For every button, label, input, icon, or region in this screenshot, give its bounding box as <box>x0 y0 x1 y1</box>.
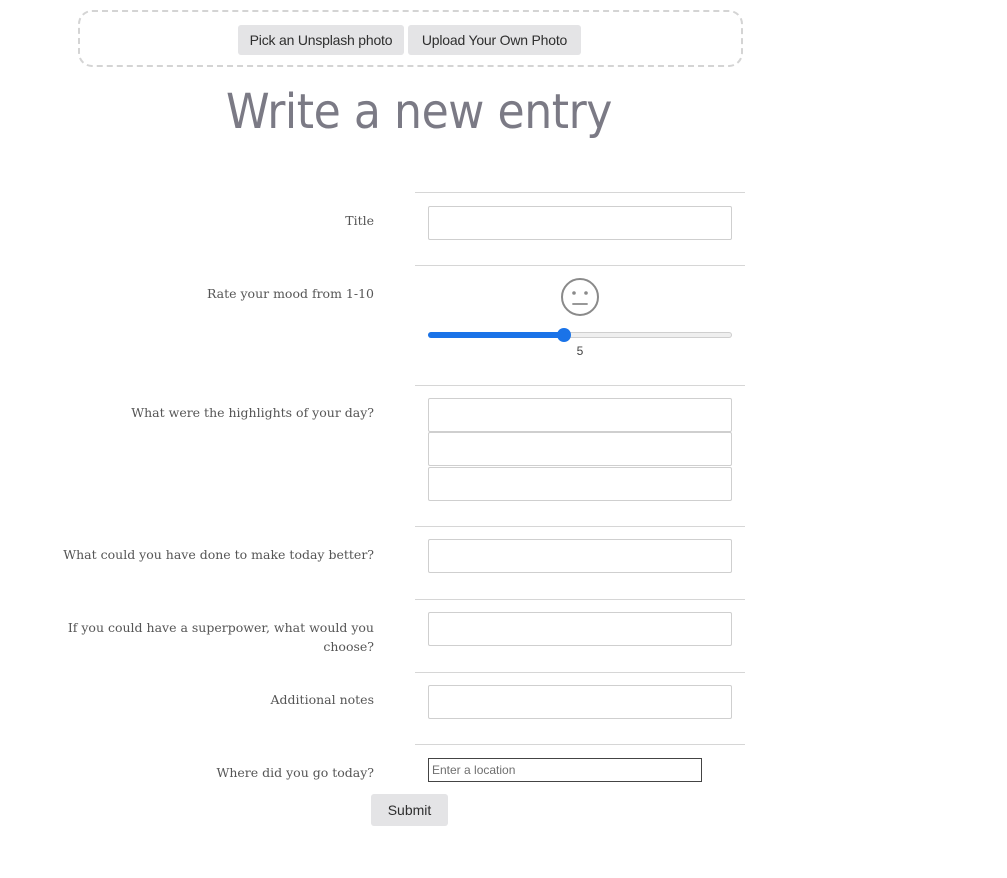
page-title: Write a new entry <box>226 84 612 140</box>
upload-own-photo-button[interactable]: Upload Your Own Photo <box>408 25 581 55</box>
neutral-face-icon <box>561 278 599 316</box>
location-input[interactable] <box>428 758 702 782</box>
divider <box>415 385 745 386</box>
divider <box>415 672 745 673</box>
mood-slider-fill <box>428 332 564 338</box>
better-input[interactable] <box>428 539 732 573</box>
divider <box>415 265 745 266</box>
title-label: Title <box>345 213 374 228</box>
superpower-input[interactable] <box>428 612 732 646</box>
highlight-input-2[interactable] <box>428 432 732 466</box>
mood-value: 5 <box>576 344 584 358</box>
photo-picker: Pick an Unsplash photo Upload Your Own P… <box>78 10 743 67</box>
notes-input[interactable] <box>428 685 732 719</box>
mood-slider[interactable] <box>428 328 732 342</box>
highlight-input-3[interactable] <box>428 467 732 501</box>
divider <box>415 526 745 527</box>
location-label: Where did you go today? <box>216 765 375 780</box>
better-label: What could you have done to make today b… <box>63 547 374 562</box>
divider <box>415 744 745 745</box>
pick-unsplash-photo-button[interactable]: Pick an Unsplash photo <box>238 25 404 55</box>
highlights-label: What were the highlights of your day? <box>131 405 374 420</box>
mood-label: Rate your mood from 1-10 <box>206 286 374 301</box>
highlight-input-1[interactable] <box>428 398 732 432</box>
divider <box>415 192 745 193</box>
superpower-label-line2: choose? <box>323 639 374 654</box>
divider <box>415 599 745 600</box>
superpower-label-line1: If you could have a superpower, what wou… <box>67 620 374 635</box>
submit-button[interactable]: Submit <box>371 794 448 826</box>
notes-label: Additional notes <box>270 692 374 707</box>
mood-slider-thumb[interactable] <box>557 328 571 342</box>
title-input[interactable] <box>428 206 732 240</box>
superpower-label: If you could have a superpower, what wou… <box>68 618 374 656</box>
